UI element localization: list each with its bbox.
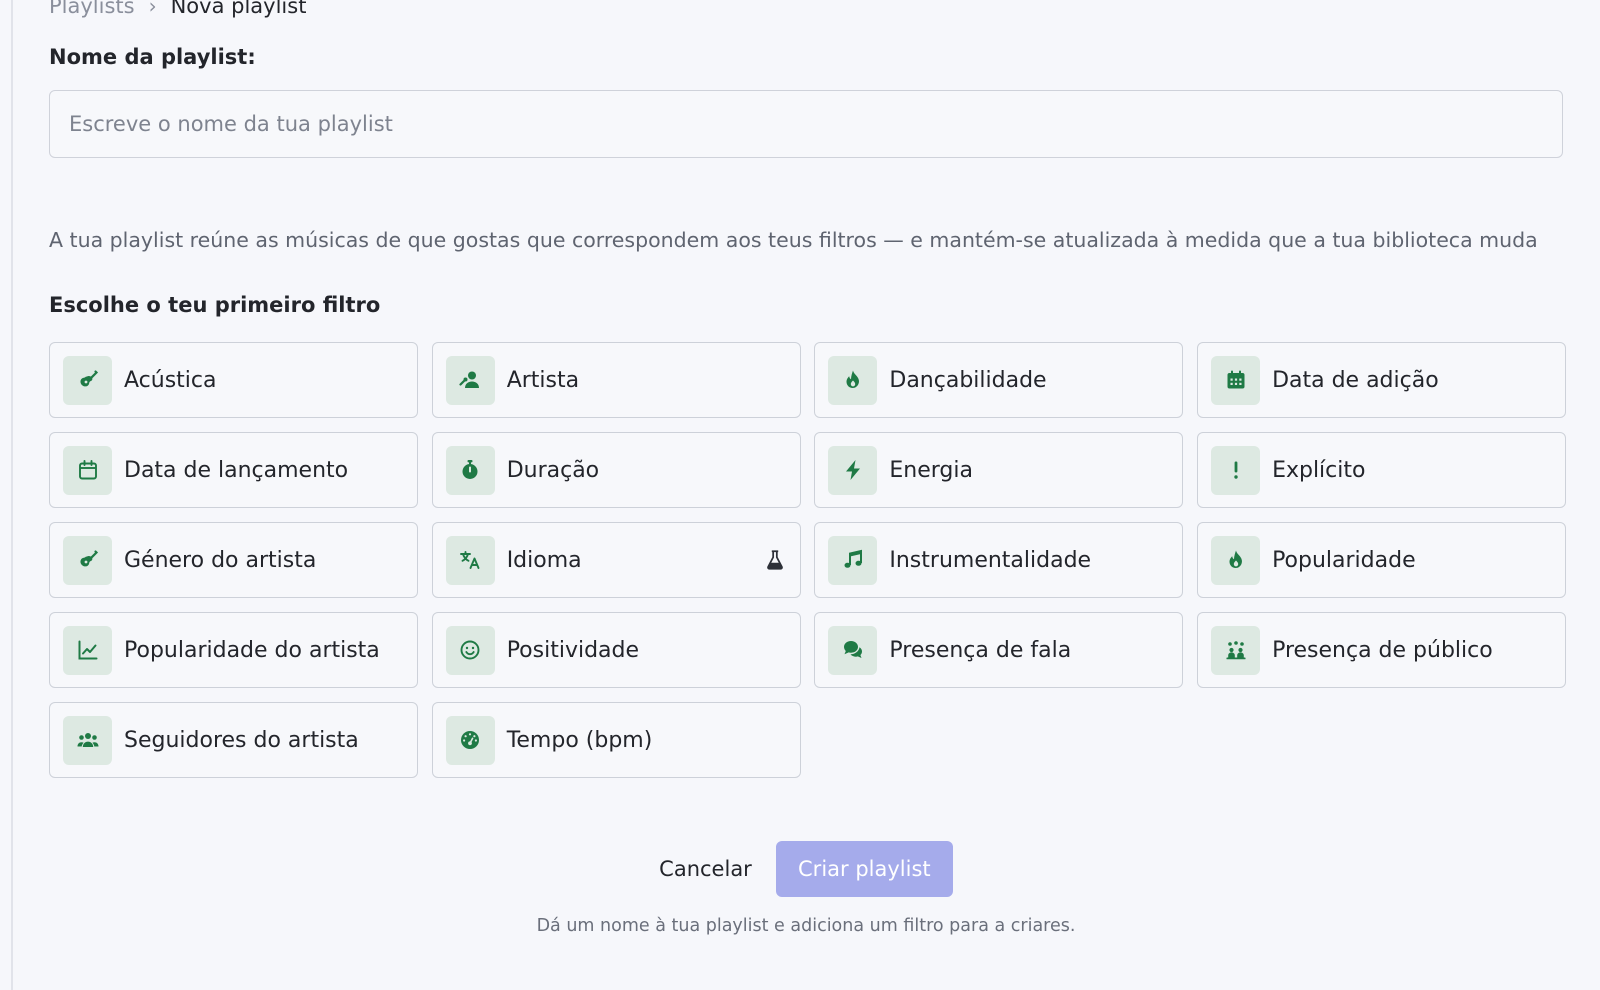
filter-label: Popularidade do artista: [124, 637, 380, 663]
filter-label: Presença de fala: [889, 637, 1072, 663]
left-divider: [11, 0, 13, 990]
filter-option-data-de-adicao[interactable]: Data de adição: [1197, 342, 1567, 418]
filter-option-data-de-lancamento[interactable]: Data de lançamento: [49, 432, 418, 508]
filter-heading: Escolhe o teu primeiro filtro: [49, 293, 381, 317]
filter-label: Dançabilidade: [889, 367, 1047, 393]
fire-icon: [1211, 535, 1261, 585]
filter-option-dancabilidade[interactable]: Dançabilidade: [814, 342, 1184, 418]
playlist-name-label: Nome da playlist:: [49, 45, 256, 69]
filter-label: Duração: [506, 457, 600, 483]
filter-label: Data de adição: [1272, 367, 1439, 393]
smile-icon: [445, 625, 495, 675]
filter-option-energia[interactable]: Energia: [814, 432, 1184, 508]
filter-option-duracao[interactable]: Duração: [431, 432, 801, 508]
filter-label: Energia: [889, 457, 973, 483]
guitar-icon: [63, 355, 112, 405]
filter-option-presenca-de-publico[interactable]: Presença de público: [1197, 612, 1567, 688]
filter-label: Positividade: [506, 637, 640, 663]
filter-label: Artista: [506, 367, 580, 393]
users-icon: [63, 715, 112, 765]
filter-label: Data de lançamento: [124, 457, 349, 483]
filter-option-idioma[interactable]: Idioma: [431, 522, 801, 598]
filter-option-seguidores-do-artista[interactable]: Seguidores do artista: [49, 702, 418, 778]
stopwatch-icon: [445, 445, 495, 495]
filter-label: Popularidade: [1272, 547, 1416, 573]
gauge-icon: [445, 715, 495, 765]
filter-label: Presença de público: [1272, 637, 1493, 663]
create-playlist-button[interactable]: Criar playlist: [775, 841, 953, 897]
chevron-right-icon: ›: [148, 0, 157, 18]
filter-option-presenca-de-fala[interactable]: Presença de fala: [814, 612, 1184, 688]
bolt-icon: [828, 445, 878, 495]
playlist-name-input[interactable]: [49, 90, 1563, 158]
filter-option-tempo-bpm[interactable]: Tempo (bpm): [431, 702, 801, 778]
form-actions: Cancelar Criar playlist: [49, 841, 1563, 897]
filter-label: Seguidores do artista: [124, 727, 359, 753]
filter-option-genero-do-artista[interactable]: Género do artista: [49, 522, 418, 598]
guitar-icon: [63, 535, 112, 585]
playlist-description: A tua playlist reúne as músicas de que g…: [49, 228, 1538, 252]
create-hint: Dá um nome à tua playlist e adiciona um …: [536, 916, 1076, 936]
audience-icon: [1211, 625, 1261, 675]
filter-label: Género do artista: [124, 547, 317, 573]
translate-icon: [445, 535, 495, 585]
filter-label: Idioma: [506, 547, 582, 573]
breadcrumb-current: Nova playlist: [170, 0, 307, 18]
fire-icon: [828, 355, 878, 405]
filter-option-positividade[interactable]: Positividade: [431, 612, 801, 688]
filter-option-acustica[interactable]: Acústica: [49, 342, 418, 418]
calendar-icon: [63, 445, 112, 495]
artist-icon: [445, 355, 495, 405]
breadcrumb: Playlists › Nova playlist: [49, 0, 306, 18]
filter-option-popularidade-do-artista[interactable]: Popularidade do artista: [49, 612, 418, 688]
filter-label: Instrumentalidade: [889, 547, 1092, 573]
filter-label: Explícito: [1272, 457, 1366, 483]
flask-icon: [766, 550, 783, 570]
filter-option-explicito[interactable]: Explícito: [1197, 432, 1567, 508]
calendar-filled-icon: [1211, 355, 1261, 405]
cancel-button[interactable]: Cancelar: [659, 857, 752, 881]
filter-label: Tempo (bpm): [506, 727, 653, 753]
exclamation-icon: [1211, 445, 1261, 495]
filter-option-popularidade[interactable]: Popularidade: [1197, 522, 1567, 598]
breadcrumb-playlists-link[interactable]: Playlists: [49, 0, 135, 18]
filter-option-instrumentalidade[interactable]: Instrumentalidade: [814, 522, 1184, 598]
filter-option-artista[interactable]: Artista: [431, 342, 801, 418]
filter-grid: Acústica Artista Dançabilidade Data de a…: [49, 342, 1567, 778]
chat-bubbles-icon: [828, 625, 878, 675]
filter-label: Acústica: [124, 367, 217, 393]
line-chart-icon: [63, 625, 112, 675]
music-note-icon: [828, 535, 878, 585]
